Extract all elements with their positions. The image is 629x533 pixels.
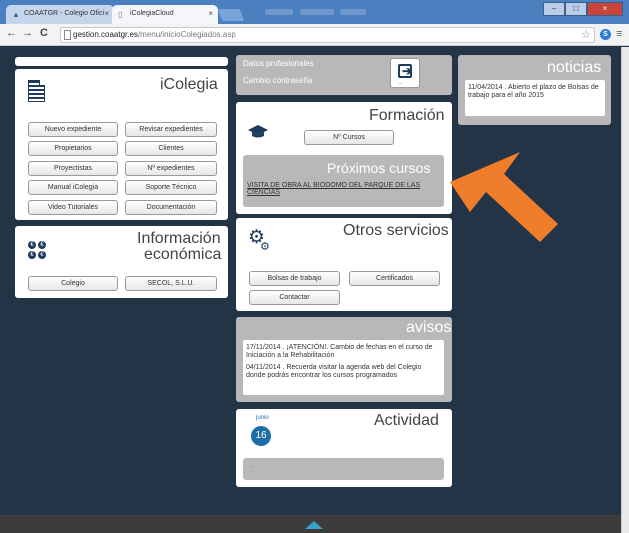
revisar-expedientes-button[interactable]: Revisar expedientes (125, 122, 217, 137)
icolegia-title: iColegia (160, 76, 218, 93)
documentacion-button[interactable]: Documentación (125, 200, 217, 215)
page-scrollbar[interactable] (621, 47, 629, 533)
extension-icon[interactable]: S (600, 29, 611, 40)
graduation-cap-icon (248, 125, 268, 138)
soporte-tecnico-button[interactable]: Soporte Técnico (125, 180, 217, 195)
proximos-cursos-title: Próximos cursos (327, 160, 431, 176)
avisos-title: avisos (406, 319, 452, 336)
actividad-list (243, 458, 444, 480)
contactar-button[interactable]: Contactar (249, 290, 340, 305)
aviso-item: 04/11/2014 . Recuerda visitar la agenda … (246, 364, 422, 379)
actividad-title: Actividad (374, 412, 439, 429)
cambio-contrasena-link[interactable]: Cambio contraseña (243, 76, 312, 85)
num-cursos-button[interactable]: Nº Cursos (304, 130, 394, 145)
tab-label: COAATGR - Colegio Ofici (24, 10, 104, 17)
tab-coaatgr[interactable]: ▲ COAATGR - Colegio Ofici × (6, 5, 114, 24)
chrome-menu-icon[interactable]: ≡ (616, 28, 622, 40)
page-favicon-icon: ▯ (118, 10, 123, 19)
otros-servicios-title: Otros servicios (343, 222, 449, 239)
tab-label: iColegiaCloud (130, 10, 174, 17)
video-tutoriales-button[interactable]: Video Tutoriales (28, 200, 118, 215)
logout-button[interactable]: ➔ ─ (390, 58, 420, 88)
bolsas-trabajo-button[interactable]: Bolsas de trabajo (249, 271, 340, 286)
num-expedientes-button[interactable]: Nº expedientes (125, 161, 217, 176)
datos-profesionales-link[interactable]: Datos profesionales (243, 59, 314, 68)
back-arrow-icon[interactable]: ← (6, 27, 17, 39)
gears-icon: ⚙ ⚙ (248, 227, 270, 253)
new-tab-button[interactable] (217, 9, 245, 21)
forward-arrow-icon[interactable]: → (22, 27, 33, 39)
tab-close-icon[interactable]: × (208, 9, 213, 18)
secol-button[interactable]: SECOL, S.L.U. (125, 276, 217, 291)
clientes-button[interactable]: Clientes (125, 141, 217, 156)
aviso-item: 17/11/2014 . ¡ATENCIÓN!. Cambio de fecha… (246, 344, 433, 359)
formacion-title: Formación (369, 107, 445, 124)
propietarios-button[interactable]: Propietarios (28, 141, 118, 156)
browser-tabstrip: ▲ COAATGR - Colegio Ofici × ▯ iColegiaCl… (0, 0, 629, 24)
orange-arrow-icon (450, 152, 558, 242)
window-controls: – □ × (543, 2, 623, 16)
page-icon (64, 30, 71, 40)
maximize-button[interactable]: □ (565, 2, 587, 16)
colegio-button[interactable]: Colegio (28, 276, 118, 291)
document-icon (28, 80, 45, 102)
tab-icolegiacloud[interactable]: ▯ iColegiaCloud × (112, 5, 218, 24)
noticias-title: noticias (547, 59, 602, 76)
bookmark-star-icon[interactable]: ☆ (581, 28, 591, 41)
address-bar[interactable]: gestion.coaatgr.es/menu/inicioColegiados… (60, 27, 595, 43)
logout-caption: ─ (399, 81, 402, 86)
actividad-item: . (250, 462, 252, 469)
blurred-bookmark (340, 9, 366, 15)
minimize-button[interactable]: – (543, 2, 565, 16)
reload-icon[interactable]: C (40, 27, 48, 39)
scroll-up-icon[interactable] (305, 521, 323, 529)
blurred-bookmark (265, 9, 293, 15)
noticia-item: 11/04/2014 . Abierto el plazo de Bolsas … (468, 84, 599, 99)
url-host: gestion.coaatgr.es (73, 30, 138, 39)
logout-arrow-icon: ➔ (402, 64, 413, 78)
top-white-bar (15, 57, 228, 66)
calendar-day-badge[interactable]: 16 (251, 426, 271, 446)
url-path: /menu/inicioColegiados.asp (137, 30, 236, 39)
calendar-month: junio (256, 415, 269, 421)
manual-icolegia-button[interactable]: Manual iColegia (28, 180, 118, 195)
euro-coins-icon: € € € € (28, 241, 46, 259)
coaatgr-favicon-icon: ▲ (12, 10, 20, 19)
proyectistas-button[interactable]: Proyectistas (28, 161, 118, 176)
browser-toolbar: ← → C gestion.coaatgr.es/menu/inicioCole… (0, 24, 629, 46)
certificados-button[interactable]: Certificados (349, 271, 440, 286)
nuevo-expediente-button[interactable]: Nuevo expediente (28, 122, 118, 137)
tab-close-icon[interactable]: × (104, 9, 109, 18)
curso-link[interactable]: VISITA DE OBRA AL BIODOMO DEL PARQUE DE … (247, 182, 441, 196)
close-window-button[interactable]: × (587, 2, 623, 16)
blurred-bookmark (300, 9, 334, 15)
economica-title: económica (144, 246, 222, 263)
